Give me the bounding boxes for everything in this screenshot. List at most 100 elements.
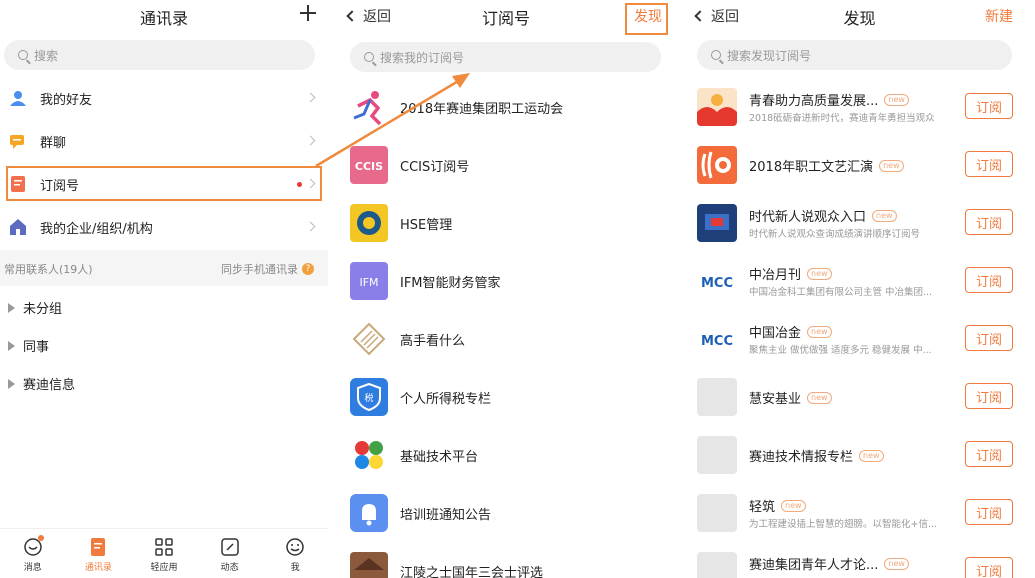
subscribe-button[interactable]: 订阅 [965,93,1013,119]
discover-title-row: 慧安基业 new [749,388,832,407]
subscription-item[interactable]: IFM IFM智能财务管家 [336,252,676,310]
tab-moments[interactable]: 动态 [197,529,263,578]
subscribe-button[interactable]: 订阅 [965,499,1013,525]
search-input[interactable]: 搜索 [4,40,315,70]
tab-messages[interactable]: 消息 [0,529,66,578]
group-item[interactable]: 未分组 [8,298,62,317]
discover-desc: 中国冶金科工集团有限公司主管 中冶集团... [749,287,933,298]
discover-item[interactable]: 慧安基业 new 订阅 [684,368,1035,426]
new-badge: new [859,449,884,462]
puzzle-icon [350,436,388,474]
building-logo-icon [350,552,388,578]
subscribe-button[interactable]: 订阅 [965,557,1013,578]
search-placeholder: 搜索我的订阅号 [380,50,465,65]
subscribe-button[interactable]: 订阅 [965,267,1013,293]
subscription-item[interactable]: 基础技术平台 [336,426,676,484]
highlight-box-subscriptions [6,166,322,201]
subscribe-button[interactable]: 订阅 [965,325,1013,351]
hse-logo-icon [350,204,388,242]
subscription-item[interactable]: 培训班通知公告 [336,484,676,542]
group-label: 未分组 [23,302,63,317]
subscribe-button[interactable]: 订阅 [965,209,1013,235]
page-title: 通讯录 [139,9,188,28]
frequent-contacts-label: 常用联系人(19人) [4,263,93,276]
subscribe-button[interactable]: 订阅 [965,383,1013,409]
help-icon[interactable]: ? [302,263,314,275]
new-badge: new [807,391,832,404]
subscription-item[interactable]: HSE管理 [336,194,676,252]
contacts-icon [91,538,106,556]
bell-icon [350,494,388,532]
mcc-logo-icon: MCC [697,320,737,358]
discover-title-row: 赛迪集团青年人才论... new [749,554,909,573]
discover-title: 青春助力高质量发展... [749,94,879,109]
edit-icon [220,538,239,556]
subscription-item[interactable]: 江陵之士国年三会士评选 [336,542,676,578]
subscription-item[interactable]: 高手看什么 [336,310,676,368]
new-badge: new [884,93,909,106]
subscription-item[interactable]: 2018年赛迪集团职工运动会 [336,78,676,136]
placeholder-logo [697,552,737,578]
new-button[interactable]: 新建 [985,6,1013,26]
contacts-item-enterprise[interactable]: 我的企业/组织/机构 [0,207,328,247]
discover-item[interactable]: 青春助力高质量发展... new 2018砥砺奋进新时代，赛迪青年勇担当观众 订阅 [684,78,1035,136]
subscription-item[interactable]: CCIS CCIS订阅号 [336,136,676,194]
discover-item[interactable]: 赛迪集团青年人才论... new 订阅 [684,542,1035,578]
striped-logo-icon [350,320,388,358]
discover-title: 慧安基业 [749,392,802,407]
discover-desc: 2018砥砺奋进新时代，赛迪青年勇担当观众 [749,113,935,124]
subscription-name: 培训班通知公告 [400,507,492,523]
tab-label: 消息 [23,563,42,573]
ifm-logo-icon: IFM [350,262,388,300]
subscribe-button[interactable]: 订阅 [965,441,1013,467]
discover-title: 2018年职工文艺汇演 [749,160,874,175]
discover-title: 轻筑 [749,500,776,515]
chevron-right-icon [305,135,316,146]
discover-desc: 时代新人说观众查询成绩演讲顺序订阅号 [749,229,921,240]
tab-apps[interactable]: 轻应用 [131,529,197,578]
discover-title-row: 中冶月刊 new [749,264,832,283]
group-item[interactable]: 赛迪信息 [8,374,75,393]
discover-desc: 为工程建设插上智慧的翅膀。以智能化+信... [749,519,938,530]
discover-item[interactable]: 时代新人说观众入口 new 时代新人说观众查询成绩演讲顺序订阅号 订阅 [684,194,1035,252]
add-icon[interactable] [300,5,316,21]
discover-item[interactable]: MCC 中冶月刊 new 中国冶金科工集团有限公司主管 中冶集团... 订阅 [684,252,1035,310]
discover-title-row: 轻筑 new [749,496,806,515]
frequent-contacts-bar: 常用联系人(19人) 同步手机通讯录 ? [0,250,328,286]
tab-me[interactable]: 我 [262,529,328,578]
tab-contacts[interactable]: 通讯录 [66,529,132,578]
expand-triangle-icon [8,340,15,351]
subscriptions-panel: 返回 订阅号 发现 搜索我的订阅号 2018年赛迪集团职工运动会 CCIS CC… [336,0,676,578]
discover-title-row: 青春助力高质量发展... new [749,90,909,109]
notification-dot [37,535,44,541]
chevron-right-icon [305,221,316,232]
discover-panel: 返回 发现 新建 搜索发现订阅号 青春助力高质量发展... new 2018砥砺奋… [684,0,1035,578]
discover-item[interactable]: 轻筑 new 为工程建设插上智慧的翅膀。以智能化+信... 订阅 [684,484,1035,542]
discover-item[interactable]: 赛迪技术情报专栏 new 订阅 [684,426,1035,484]
person-icon [10,91,26,106]
search-input[interactable]: 搜索我的订阅号 [350,42,661,72]
search-placeholder: 搜索发现订阅号 [727,48,812,63]
search-icon [18,50,28,60]
subscribe-button[interactable]: 订阅 [965,151,1013,177]
arts-show-logo-icon [697,146,737,184]
discover-item[interactable]: 2018年职工文艺汇演 new 订阅 [684,136,1035,194]
house-icon [10,219,26,235]
discover-title-row: 时代新人说观众入口 new [749,206,897,225]
group-label: 赛迪信息 [23,378,76,393]
subscription-item[interactable]: 税 个人所得税专栏 [336,368,676,426]
runner-logo-icon [350,88,388,126]
mcc-logo-icon: MCC [697,262,737,300]
discover-title-row: 中国冶金 new [749,322,832,341]
search-input[interactable]: 搜索发现订阅号 [697,40,1012,70]
search-icon [364,52,374,62]
contacts-item-groupchat[interactable]: 群聊 [0,121,328,161]
new-badge: new [807,325,832,338]
contacts-item-label: 群聊 [40,135,67,151]
bottom-tabbar: 消息 通讯录 轻应用 动态 我 [0,528,328,578]
group-item[interactable]: 同事 [8,336,49,355]
tax-shield-icon: 税 [350,378,388,416]
contacts-item-friends[interactable]: 我的好友 [0,78,328,118]
sync-contacts-link[interactable]: 同步手机通讯录 ? [221,261,314,277]
discover-item[interactable]: MCC 中国冶金 new 聚焦主业 做优做强 适度多元 稳健发展 中... 订阅 [684,310,1035,368]
